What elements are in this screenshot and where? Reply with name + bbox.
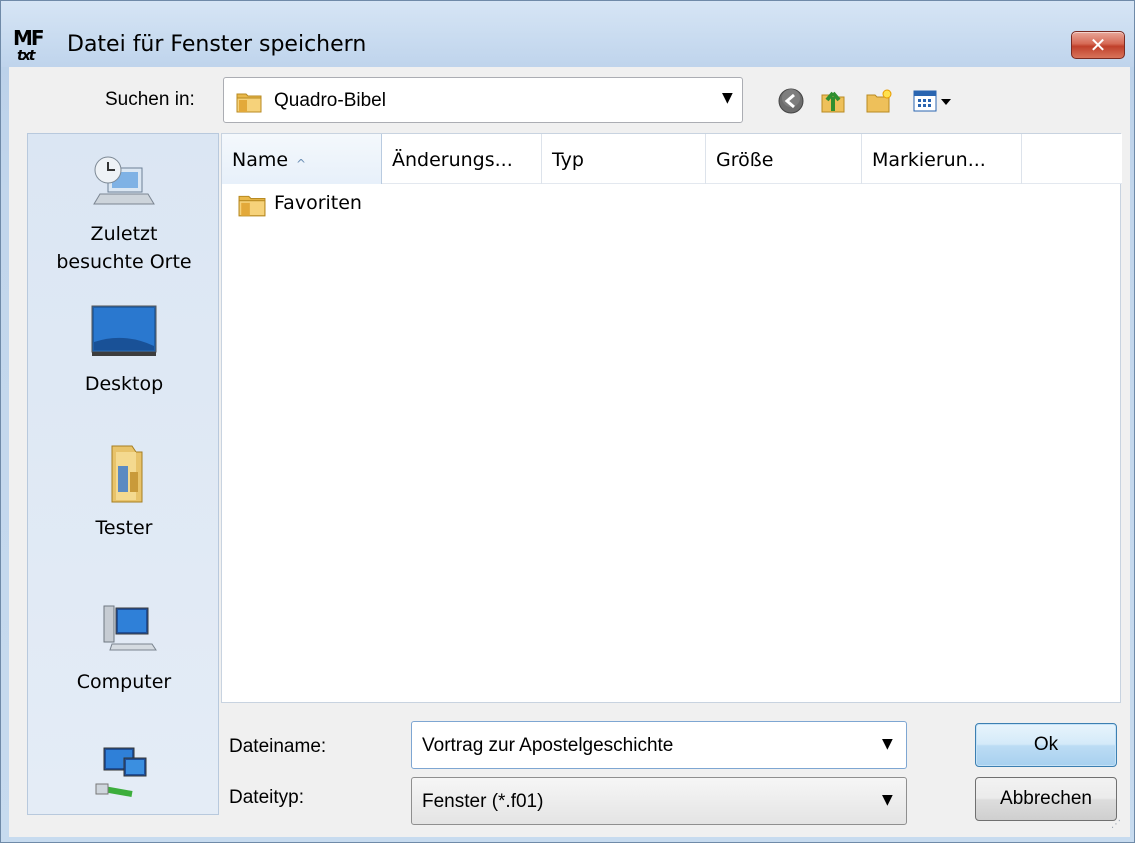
recent-places-icon <box>93 156 155 205</box>
column-size[interactable]: Größe <box>706 134 862 184</box>
place-label: Tester <box>95 517 153 539</box>
place-label: Zuletzt <box>90 223 158 245</box>
close-button[interactable]: ✕ <box>1071 31 1125 59</box>
place-desktop[interactable]: Desktop <box>28 294 220 404</box>
look-in-label: Suchen in: <box>105 89 195 110</box>
place-label: besuchte Orte <box>56 251 192 273</box>
chevron-down-icon[interactable]: ▼ <box>882 792 893 808</box>
column-header: Name ^ Änderungs... Typ Größe Markierun.… <box>222 134 1122 184</box>
column-modified[interactable]: Änderungs... <box>382 134 542 184</box>
places-bar: Zuletzt besuchte Orte Desktop Tester Com… <box>27 133 219 815</box>
cancel-button[interactable]: Abbrechen <box>975 777 1117 821</box>
filename-value: Vortrag zur Apostelgeschichte <box>422 735 674 756</box>
place-user[interactable]: Tester <box>28 434 220 554</box>
place-computer[interactable]: Computer <box>28 592 220 702</box>
place-label: Desktop <box>84 373 164 395</box>
app-icon: MF txt <box>13 26 45 64</box>
title-bar[interactable]: MF txt Datei für Fenster speichern ✕ <box>1 1 1134 67</box>
ok-button[interactable]: Ok <box>975 723 1117 767</box>
new-folder-icon[interactable] <box>865 87 893 115</box>
computer-icon <box>103 605 157 651</box>
sort-ascending-icon: ^ <box>296 157 307 171</box>
back-icon[interactable] <box>777 87 805 115</box>
place-recent[interactable]: Zuletzt besuchte Orte <box>28 142 220 273</box>
column-name[interactable]: Name ^ <box>222 134 382 184</box>
chevron-down-icon[interactable]: ▼ <box>722 90 733 106</box>
filetype-value: Fenster (*.f01) <box>422 791 544 812</box>
desktop-icon <box>91 305 157 356</box>
save-dialog-window: MF txt Datei für Fenster speichern ✕ Suc… <box>0 0 1135 843</box>
folder-icon <box>236 93 262 113</box>
view-menu-icon[interactable] <box>913 87 953 115</box>
file-name: Favoriten <box>274 192 362 214</box>
filename-input[interactable]: Vortrag zur Apostelgeschichte ▼ <box>411 721 907 769</box>
look-in-combobox[interactable]: Quadro-Bibel ▼ <box>223 77 743 123</box>
file-list[interactable]: Name ^ Änderungs... Typ Größe Markierun.… <box>221 133 1122 703</box>
network-icon <box>95 747 147 797</box>
filetype-label: Dateityp: <box>229 787 304 808</box>
filename-label: Dateiname: <box>229 736 327 757</box>
look-in-value: Quadro-Bibel <box>274 90 386 111</box>
place-label: Computer <box>76 671 172 693</box>
place-network[interactable] <box>28 734 220 814</box>
column-tags[interactable]: Markierun... <box>862 134 1022 184</box>
folder-icon <box>238 195 266 217</box>
column-type[interactable]: Typ <box>542 134 706 184</box>
window-title: Datei für Fenster speichern <box>67 32 367 57</box>
chevron-down-icon[interactable]: ▼ <box>882 736 893 752</box>
filetype-select[interactable]: Fenster (*.f01) ▼ <box>411 777 907 825</box>
up-folder-icon[interactable] <box>819 87 847 115</box>
user-folder-icon <box>111 445 143 503</box>
resize-grip[interactable]: ⋰ <box>1111 819 1121 830</box>
